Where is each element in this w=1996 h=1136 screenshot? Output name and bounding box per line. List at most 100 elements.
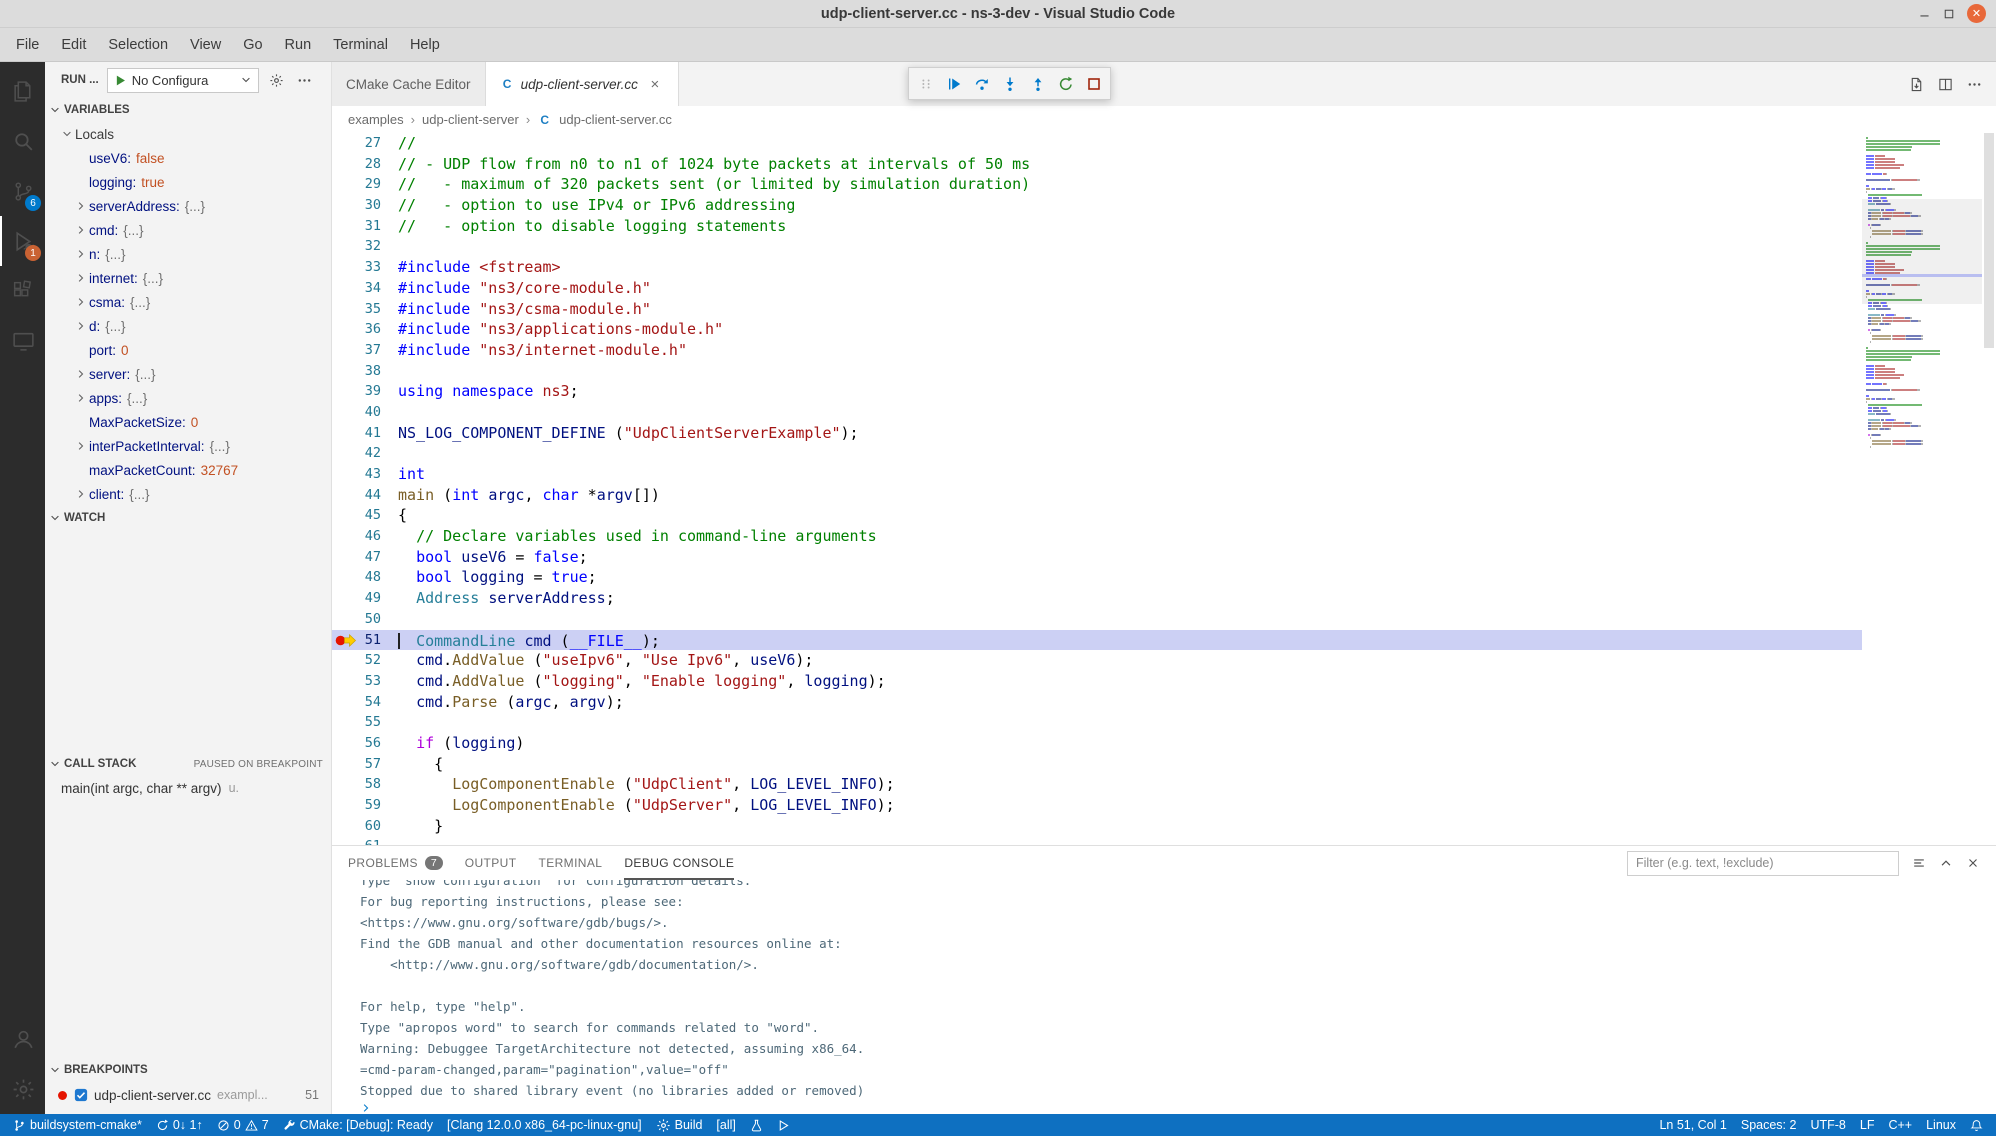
- gutter[interactable]: 56: [332, 733, 398, 754]
- status-item[interactable]: Ln 51, Col 1: [1652, 1114, 1733, 1136]
- panel-tab-problems[interactable]: PROBLEMS7: [348, 846, 443, 880]
- status-item[interactable]: Spaces: 2: [1734, 1114, 1804, 1136]
- gutter[interactable]: 46: [332, 526, 398, 547]
- gutter[interactable]: 33: [332, 257, 398, 278]
- code-text[interactable]: // - UDP flow from n0 to n1 of 1024 byte…: [398, 154, 1862, 175]
- code-line[interactable]: 28// - UDP flow from n0 to n1 of 1024 by…: [332, 154, 1862, 175]
- code-line[interactable]: 61: [332, 836, 1862, 845]
- code-text[interactable]: cmd.AddValue ("useIpv6", "Use Ipv6", use…: [398, 650, 1862, 671]
- variable-item[interactable]: apps:{...}: [45, 386, 331, 410]
- code-line[interactable]: 37#include "ns3/internet-module.h": [332, 340, 1862, 361]
- code-text[interactable]: #include "ns3/core-module.h": [398, 278, 1862, 299]
- status-item[interactable]: Linux: [1919, 1114, 1963, 1136]
- menu-terminal[interactable]: Terminal: [323, 33, 398, 57]
- gutter[interactable]: 44: [332, 485, 398, 506]
- code-line[interactable]: 49 Address serverAddress;: [332, 588, 1862, 609]
- status-item[interactable]: C++: [1881, 1114, 1919, 1136]
- debug-more-actions-icon[interactable]: [295, 73, 315, 88]
- gutter[interactable]: 50: [332, 609, 398, 630]
- code-line[interactable]: 57 {: [332, 754, 1862, 775]
- debug-config-dropdown[interactable]: No Configura: [107, 68, 259, 93]
- variables-header[interactable]: VARIABLES: [45, 98, 331, 122]
- explorer-tab[interactable]: [0, 66, 45, 116]
- close-icon[interactable]: ✕: [1967, 4, 1986, 23]
- chevron-right-icon[interactable]: [73, 320, 89, 332]
- status-item-error[interactable]: 07: [210, 1114, 276, 1136]
- code-line[interactable]: 52 cmd.AddValue ("useIpv6", "Use Ipv6", …: [332, 650, 1862, 671]
- maximize-icon[interactable]: [1943, 8, 1955, 20]
- code-text[interactable]: [398, 236, 1862, 257]
- status-item-bell[interactable]: [1963, 1114, 1990, 1136]
- code-line[interactable]: 39using namespace ns3;: [332, 381, 1862, 402]
- gutter[interactable]: 31: [332, 216, 398, 237]
- gutter[interactable]: 55: [332, 712, 398, 733]
- variable-item[interactable]: MaxPacketSize:0: [45, 410, 331, 434]
- gutter[interactable]: 30: [332, 195, 398, 216]
- code-text[interactable]: [398, 402, 1862, 423]
- variable-item[interactable]: Locals: [45, 122, 331, 146]
- variable-item[interactable]: interPacketInterval:{...}: [45, 434, 331, 458]
- chevron-right-icon[interactable]: [73, 392, 89, 404]
- gutter[interactable]: 32: [332, 236, 398, 257]
- code-line[interactable]: 29// - maximum of 320 packets sent (or l…: [332, 174, 1862, 195]
- code-line[interactable]: 31// - option to disable logging stateme…: [332, 216, 1862, 237]
- code-text[interactable]: [398, 836, 1862, 845]
- maximize-panel-icon[interactable]: [1939, 856, 1953, 870]
- chevron-right-icon[interactable]: [73, 368, 89, 380]
- variable-item[interactable]: server:{...}: [45, 362, 331, 386]
- code-text[interactable]: [398, 361, 1862, 382]
- panel-tab-debug-console[interactable]: DEBUG CONSOLE: [624, 846, 734, 880]
- code-line[interactable]: 50: [332, 609, 1862, 630]
- breakpoint-item[interactable]: udp-client-server.ccexampl...51: [45, 1082, 331, 1108]
- chevron-right-icon[interactable]: [73, 296, 89, 308]
- code-line[interactable]: 30// - option to use IPv4 or IPv6 addres…: [332, 195, 1862, 216]
- run-debug-tab[interactable]: 1: [0, 216, 45, 266]
- gutter[interactable]: 42: [332, 443, 398, 464]
- debug-settings-gear-icon[interactable]: [267, 73, 287, 88]
- code-text[interactable]: [398, 609, 1862, 630]
- gutter[interactable]: 34: [332, 278, 398, 299]
- code-line[interactable]: 40: [332, 402, 1862, 423]
- close-panel-icon[interactable]: [1966, 856, 1980, 870]
- extensions-tab[interactable]: [0, 266, 45, 316]
- code-line[interactable]: 41NS_LOG_COMPONENT_DEFINE ("UdpClientSer…: [332, 423, 1862, 444]
- status-item-flask[interactable]: [743, 1114, 770, 1136]
- gutter[interactable]: 40: [332, 402, 398, 423]
- gutter[interactable]: 48: [332, 567, 398, 588]
- open-changes-icon[interactable]: [1909, 77, 1924, 92]
- start-debugging-icon[interactable]: [114, 74, 127, 87]
- code-line[interactable]: 27//: [332, 133, 1862, 154]
- breadcrumb-item[interactable]: examples: [348, 112, 404, 127]
- menu-run[interactable]: Run: [275, 33, 322, 57]
- chevron-right-icon[interactable]: [73, 248, 89, 260]
- search-tab[interactable]: [0, 116, 45, 166]
- gutter[interactable]: 29: [332, 174, 398, 195]
- code-line[interactable]: 44main (int argc, char *argv[]): [332, 485, 1862, 506]
- variable-item[interactable]: n:{...}: [45, 242, 331, 266]
- minimap[interactable]: [1862, 133, 1982, 845]
- status-item[interactable]: UTF-8: [1803, 1114, 1852, 1136]
- code-text[interactable]: #include <fstream>: [398, 257, 1862, 278]
- status-item-gear[interactable]: Build: [649, 1114, 710, 1136]
- code-text[interactable]: if (logging): [398, 733, 1862, 754]
- menu-edit[interactable]: Edit: [51, 33, 96, 57]
- gutter[interactable]: 27: [332, 133, 398, 154]
- gutter[interactable]: 35: [332, 299, 398, 320]
- code-text[interactable]: {: [398, 754, 1862, 775]
- debug-console-output[interactable]: Type "show configuration" for configurat…: [332, 880, 1996, 1114]
- variable-item[interactable]: port:0: [45, 338, 331, 362]
- code-text[interactable]: main (int argc, char *argv[]): [398, 485, 1862, 506]
- breadcrumb-item[interactable]: udp-client-server.cc: [559, 112, 672, 127]
- variable-item[interactable]: cmd:{...}: [45, 218, 331, 242]
- remote-explorer-tab[interactable]: [0, 316, 45, 366]
- code-text[interactable]: LogComponentEnable ("UdpClient", LOG_LEV…: [398, 774, 1862, 795]
- gutter[interactable]: 38: [332, 361, 398, 382]
- gutter[interactable]: 41: [332, 423, 398, 444]
- code-text[interactable]: LogComponentEnable ("UdpServer", LOG_LEV…: [398, 795, 1862, 816]
- menu-file[interactable]: File: [6, 33, 49, 57]
- variable-item[interactable]: client:{...}: [45, 482, 331, 506]
- code-line[interactable]: 51 CommandLine cmd (__FILE__);: [332, 630, 1862, 651]
- call-stack-header[interactable]: CALL STACK PAUSED ON BREAKPOINT: [45, 752, 331, 776]
- stack-frame[interactable]: main(int argc, char ** argv) u.: [45, 776, 331, 800]
- chevron-down-icon[interactable]: [59, 128, 75, 140]
